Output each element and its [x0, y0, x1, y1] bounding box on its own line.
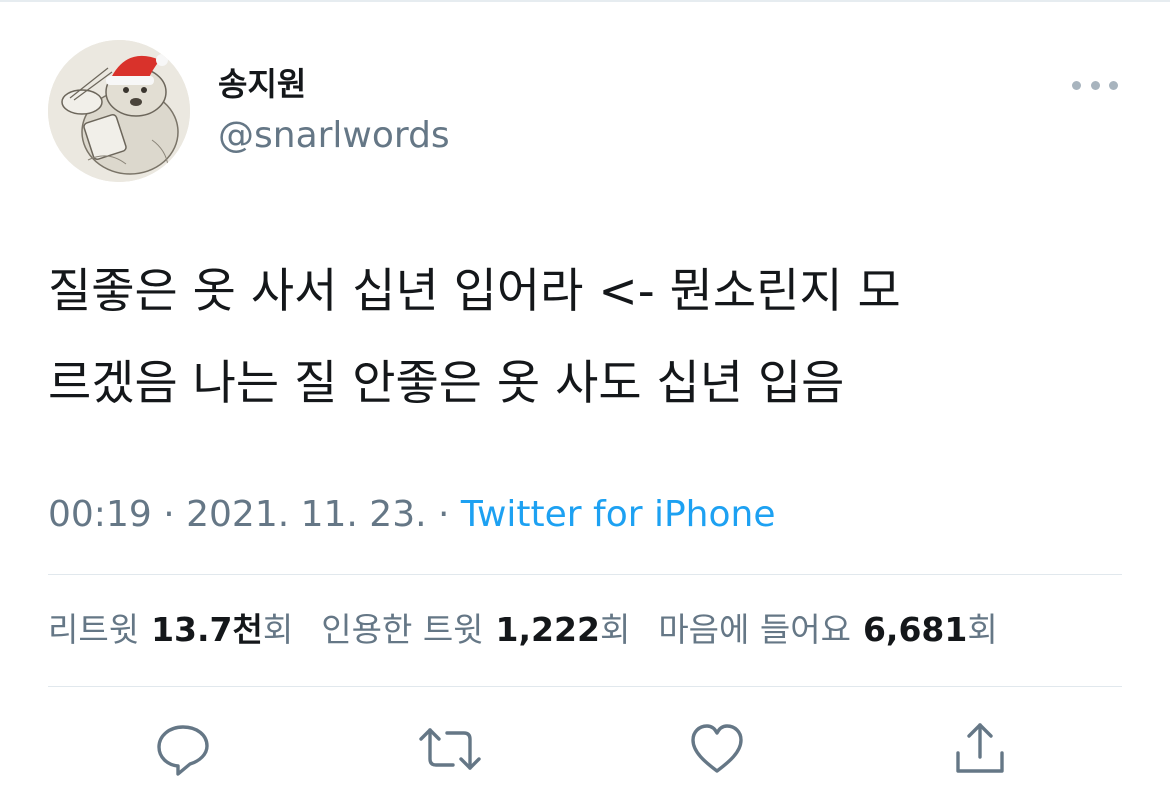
display-name[interactable]: 송지원	[218, 64, 306, 104]
divider	[48, 574, 1122, 575]
more-options-button[interactable]	[1068, 70, 1122, 100]
meta-separator: ·	[163, 494, 175, 535]
share-button[interactable]	[945, 714, 1015, 784]
action-bar	[0, 714, 1170, 784]
tweet-time: 00:19	[48, 494, 152, 535]
retweets-count: 13.7천	[151, 610, 263, 649]
tweet-stats: 리트윗 13.7천 회 인용한 트윗 1,222 회 마음에 들어요 6,681…	[48, 608, 998, 652]
quotes-stat[interactable]: 인용한 트윗 1,222 회	[321, 608, 630, 652]
likes-stat[interactable]: 마음에 들어요 6,681 회	[658, 608, 997, 652]
tweet-meta: 00:19 · 2021. 11. 23. · Twitter for iPho…	[48, 493, 775, 537]
top-divider	[0, 0, 1170, 2]
tweet-text-line: 르겠음 나는 질 안좋은 옷 사도 십년 입음	[48, 356, 845, 411]
tweet-text-line: 질좋은 옷 사서 십년 입어라 <- 뭔소린지 모	[48, 264, 901, 319]
more-horizontal-icon-dot	[1090, 80, 1100, 90]
retweets-unit: 회	[262, 610, 294, 649]
quotes-unit: 회	[599, 610, 631, 649]
avatar-illustration-icon	[48, 40, 190, 182]
tweet-text: 질좋은 옷 사서 십년 입어라 <- 뭔소린지 모 르겠음 나는 질 안좋은 옷…	[48, 246, 1128, 430]
likes-unit: 회	[967, 610, 998, 649]
retweets-label: 리트윗	[48, 610, 140, 649]
user-handle[interactable]: @snarlwords	[218, 115, 450, 157]
like-button[interactable]	[682, 714, 752, 784]
likes-label: 마음에 들어요	[658, 610, 851, 649]
retweet-button[interactable]	[415, 714, 485, 784]
quotes-label: 인용한 트윗	[321, 610, 484, 649]
divider	[48, 686, 1122, 687]
quotes-count: 1,222	[495, 610, 600, 649]
likes-count: 6,681	[862, 610, 968, 649]
reply-icon	[157, 725, 209, 776]
more-horizontal-icon	[1072, 80, 1081, 90]
avatar[interactable]	[48, 40, 190, 182]
share-icon	[956, 723, 1004, 773]
retweet-icon	[419, 728, 481, 770]
retweets-stat[interactable]: 리트윗 13.7천 회	[48, 608, 293, 652]
tweet-date: 2021. 11. 23.	[186, 494, 427, 535]
heart-icon	[691, 724, 743, 773]
more-horizontal-icon-dot	[1109, 80, 1118, 90]
reply-button[interactable]	[148, 714, 218, 784]
tweet-source-link[interactable]: Twitter for iPhone	[461, 494, 776, 535]
meta-separator: ·	[438, 494, 450, 535]
